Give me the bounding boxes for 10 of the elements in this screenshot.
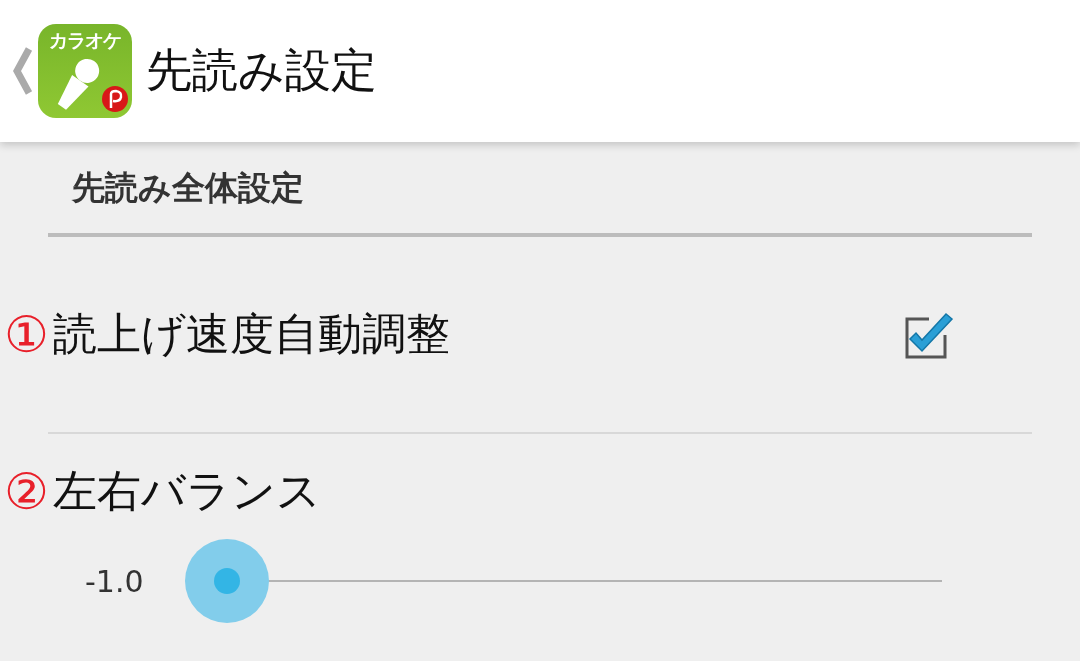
app-icon[interactable]: カラオケ [38, 24, 132, 118]
setting-label: 読上げ速度自動調整 [52, 307, 450, 361]
back-icon[interactable] [11, 45, 35, 97]
slider-thumb[interactable] [185, 539, 269, 623]
setting-label: 左右バランス [52, 464, 321, 518]
screen-title: 先読み設定 [146, 42, 377, 99]
circled-number: ① [4, 309, 49, 360]
circled-number: ② [4, 466, 49, 517]
slider-value: -1.0 [85, 563, 145, 599]
section-title: 先読み全体設定 [72, 167, 304, 209]
